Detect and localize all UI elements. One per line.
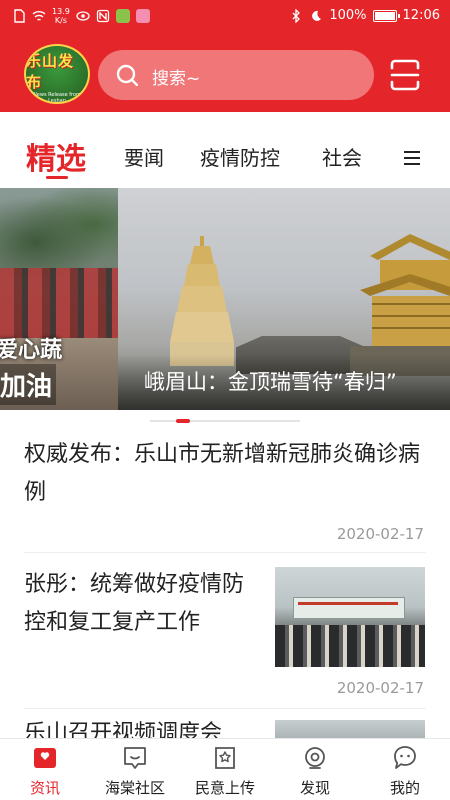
battery-icon bbox=[372, 9, 400, 22]
app-notification-icon bbox=[115, 9, 130, 23]
nav-label: 发现 bbox=[299, 779, 330, 797]
network-speed: 13.9 K/s bbox=[52, 7, 70, 25]
app-notification-icon-2 bbox=[135, 9, 150, 23]
nav-news[interactable]: 资讯 bbox=[0, 739, 90, 800]
speed-value: 13.9 bbox=[52, 7, 70, 16]
news-date-1: 2020-02-17 bbox=[336, 525, 424, 543]
news-icon bbox=[34, 748, 56, 768]
app-screen: 13.9 K/s 100% 12:06 乐山发布 News Release fr… bbox=[0, 0, 450, 800]
category-tabs: 精选 要闻 疫情防控 社会 bbox=[0, 112, 450, 188]
banner-caption: 峨眉山：金顶瑞雪待“春归” bbox=[144, 370, 397, 394]
news-title-1[interactable]: 权威发布：乐山市无新增新冠肺炎确诊病例 bbox=[24, 436, 424, 512]
bottom-navigation: 资讯 海棠社区 民意上传 发现 我的 bbox=[0, 738, 450, 800]
nav-label: 我的 bbox=[389, 779, 420, 797]
logo-text: 乐山发布 bbox=[26, 52, 75, 91]
banner-carousel[interactable]: 爱心蔬 加油 峨眉山：金顶瑞雪待“春归” bbox=[0, 188, 450, 410]
status-bar: 13.9 K/s 100% 12:06 bbox=[0, 0, 450, 34]
nav-profile[interactable]: 我的 bbox=[360, 739, 450, 800]
nav-label: 资讯 bbox=[29, 779, 60, 797]
wifi-icon bbox=[32, 11, 46, 21]
meeting-screen bbox=[293, 597, 405, 619]
moon-icon bbox=[312, 10, 322, 21]
battery-percent: 100% bbox=[329, 8, 367, 23]
meeting-attendees bbox=[275, 625, 425, 667]
slide-caption-line1: 爱心蔬 bbox=[0, 338, 63, 363]
tab-epidemic-control[interactable]: 疫情防控 bbox=[200, 142, 280, 171]
nav-community[interactable]: 海棠社区 bbox=[90, 739, 180, 800]
nfc-icon bbox=[96, 9, 109, 23]
profile-icon bbox=[394, 746, 416, 769]
slide-caption-line2: 加油 bbox=[0, 364, 57, 405]
nav-label: 海棠社区 bbox=[104, 779, 165, 797]
carousel-indicator-track bbox=[150, 420, 300, 422]
discover-icon bbox=[305, 747, 325, 769]
upload-opinion-icon bbox=[215, 747, 235, 769]
speed-unit: K/s bbox=[54, 16, 67, 25]
active-tab-indicator bbox=[46, 176, 68, 179]
news-divider-2 bbox=[24, 708, 426, 709]
nav-label: 民意上传 bbox=[194, 779, 255, 797]
sim-icon bbox=[14, 9, 25, 23]
tab-headlines[interactable]: 要闻 bbox=[124, 142, 164, 171]
header: 13.9 K/s 100% 12:06 乐山发布 News Release fr… bbox=[0, 0, 450, 112]
banner-slide-current[interactable]: 峨眉山：金顶瑞雪待“春归” bbox=[118, 188, 450, 410]
community-icon bbox=[124, 747, 146, 769]
carousel-indicator-active bbox=[176, 419, 190, 423]
scan-menu-icon[interactable] bbox=[388, 58, 422, 92]
more-tabs-icon[interactable] bbox=[402, 149, 422, 167]
search-placeholder: 搜索~ bbox=[152, 69, 201, 89]
nav-upload-opinion[interactable]: 民意上传 bbox=[180, 739, 270, 800]
news-title-2[interactable]: 张彤：统筹做好疫情防控和复工复产工作 bbox=[24, 566, 264, 642]
eye-icon bbox=[76, 11, 90, 21]
banner-slide-previous[interactable]: 爱心蔬 加油 bbox=[0, 188, 118, 410]
tab-featured[interactable]: 精选 bbox=[26, 134, 86, 178]
clock: 12:06 bbox=[402, 8, 440, 23]
news-divider bbox=[24, 552, 426, 553]
logo-subtext: News Release from Leshan bbox=[33, 92, 81, 104]
bluetooth-icon bbox=[292, 8, 301, 23]
nav-discover[interactable]: 发现 bbox=[270, 739, 360, 800]
news-date-2: 2020-02-17 bbox=[336, 679, 424, 697]
search-icon bbox=[116, 64, 138, 86]
search-bar[interactable]: 搜索~ bbox=[98, 50, 374, 100]
golden-pagoda-image bbox=[170, 236, 234, 366]
slide-trees bbox=[0, 188, 118, 278]
tab-society[interactable]: 社会 bbox=[322, 142, 362, 171]
app-logo[interactable]: 乐山发布 News Release from Leshan bbox=[24, 44, 90, 104]
news-thumbnail-2[interactable] bbox=[275, 567, 425, 667]
